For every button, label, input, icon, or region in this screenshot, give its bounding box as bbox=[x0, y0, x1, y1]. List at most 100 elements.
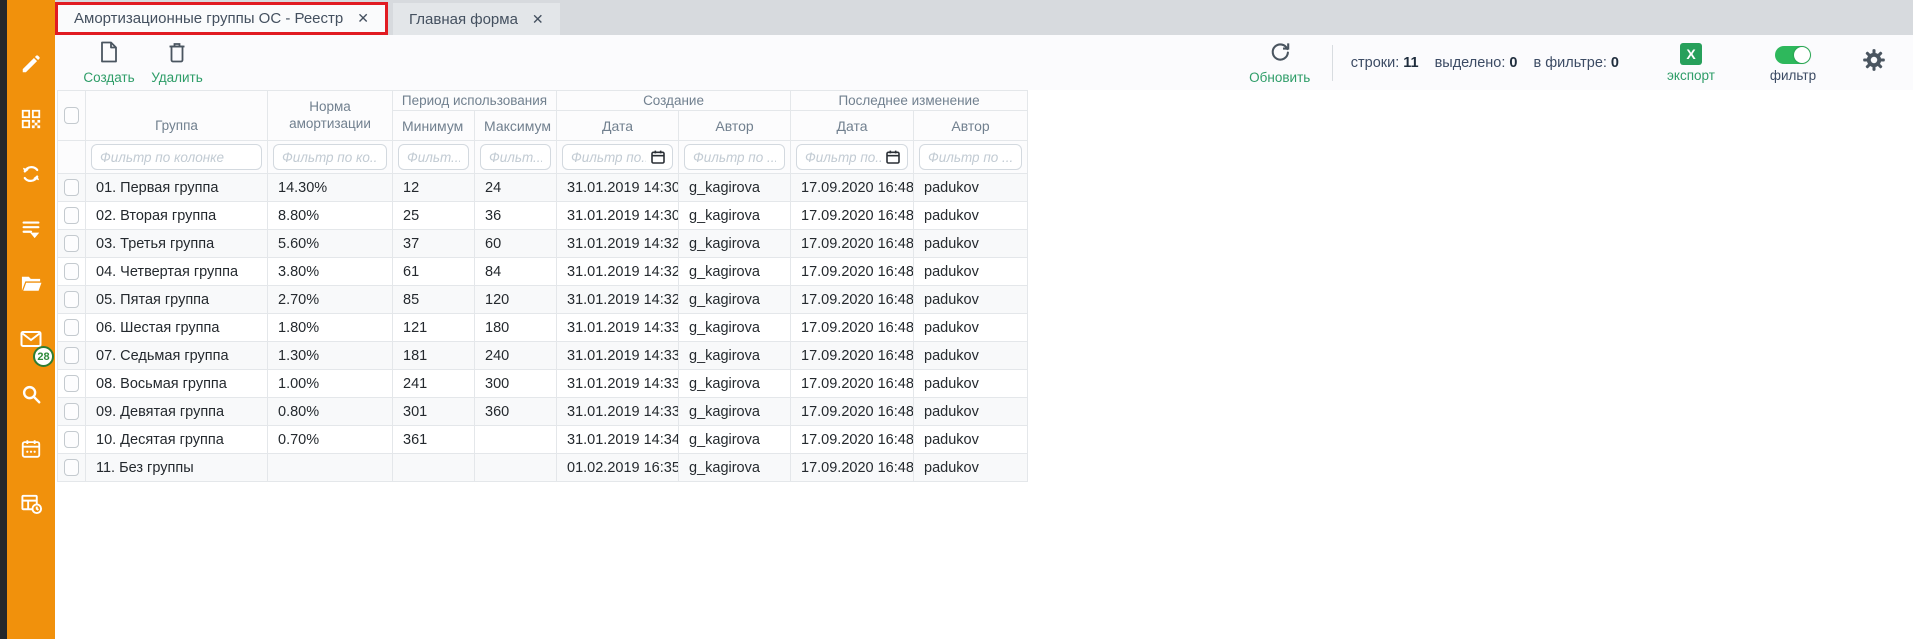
close-icon[interactable]: ✕ bbox=[532, 11, 544, 28]
table-row[interactable]: 10. Десятая группа 0.70% 361 31.01.2019 14:… bbox=[57, 425, 1029, 454]
column-header-maximum[interactable]: Максимум bbox=[474, 110, 557, 141]
table-row[interactable]: 07. Седьмая группа 1.30% 181 240 31.01.2019 … bbox=[57, 341, 1029, 370]
calendar-icon bbox=[20, 438, 42, 460]
sidebar-item-search[interactable] bbox=[7, 366, 55, 421]
table-cell: 17.09.2020 16:48 bbox=[790, 313, 915, 342]
table-row[interactable]: 08. Восьмая группа 1.00% 241 300 31.01.2019 … bbox=[57, 369, 1029, 398]
row-checkbox[interactable] bbox=[64, 235, 79, 252]
table-cell: 181 bbox=[392, 341, 475, 370]
table-cell: g_kagirova bbox=[677, 229, 792, 258]
row-checkbox[interactable] bbox=[64, 263, 79, 280]
table-cell: 01. Первая группа bbox=[85, 173, 268, 202]
table-cell: 17.09.2020 16:48 bbox=[790, 257, 915, 286]
table-cell: 85 bbox=[392, 285, 475, 314]
table-cell: 17.09.2020 16:48 bbox=[790, 453, 915, 482]
table-cell: 02. Вторая группа bbox=[85, 201, 268, 230]
calendar-icon[interactable] bbox=[650, 149, 666, 170]
sidebar-item-feed[interactable] bbox=[7, 201, 55, 256]
column-header-minimum[interactable]: Минимум bbox=[392, 110, 475, 141]
selected-count: выделено: 0 bbox=[1434, 54, 1518, 71]
row-checkbox[interactable] bbox=[64, 403, 79, 420]
table-row[interactable]: 03. Третья группа 5.60% 37 60 31.01.2019 14:… bbox=[57, 229, 1029, 258]
table-row[interactable]: 04. Четвертая группа 3.80% 61 84 31.01.2019 … bbox=[57, 257, 1029, 286]
report-clock-icon bbox=[20, 492, 43, 515]
tab-main-form[interactable]: Главная форма ✕ bbox=[392, 3, 560, 35]
filter-toggle[interactable] bbox=[1775, 46, 1811, 64]
tab-amortization-groups[interactable]: Амортизационные группы ОС - Реестр ✕ bbox=[55, 2, 388, 35]
close-icon[interactable]: ✕ bbox=[357, 10, 369, 27]
table-cell: 360 bbox=[474, 397, 557, 426]
table-cell: g_kagirova bbox=[677, 313, 792, 342]
table-cell: 3.80% bbox=[267, 257, 393, 286]
column-header-rate[interactable]: Норма амортизации bbox=[267, 90, 393, 141]
sidebar-item-mail[interactable]: 28 bbox=[7, 311, 55, 367]
table-cell: padukov bbox=[913, 453, 1029, 482]
table-row[interactable]: 09. Девятая группа 0.80% 301 360 31.01.2019 … bbox=[57, 397, 1029, 426]
table-cell bbox=[474, 453, 557, 482]
sidebar-item-qr[interactable] bbox=[7, 91, 55, 146]
table-cell: 06. Шестая группа bbox=[85, 313, 268, 342]
filter-group-input[interactable] bbox=[91, 144, 262, 170]
select-all-checkbox[interactable] bbox=[64, 107, 79, 124]
row-checkbox[interactable] bbox=[64, 207, 79, 224]
table-cell: 08. Восьмая группа bbox=[85, 369, 268, 398]
export-button[interactable]: X экспорт bbox=[1657, 42, 1725, 83]
sidebar-item-folder[interactable] bbox=[7, 256, 55, 311]
calendar-icon[interactable] bbox=[885, 149, 901, 170]
refresh-button[interactable]: Обновить bbox=[1246, 40, 1314, 85]
column-header-group[interactable]: Группа bbox=[85, 90, 268, 141]
table-cell: 121 bbox=[392, 313, 475, 342]
filter-max-input[interactable] bbox=[480, 144, 551, 170]
table-cell bbox=[267, 453, 393, 482]
table-row[interactable]: 05. Пятая группа 2.70% 85 120 31.01.2019 14:… bbox=[57, 285, 1029, 314]
filter-min-input[interactable] bbox=[398, 144, 469, 170]
table-row[interactable]: 11. Без группы 01.02.2019 16:35 g_kagirova… bbox=[57, 453, 1029, 482]
window-edge-strip bbox=[0, 0, 7, 639]
row-checkbox[interactable] bbox=[64, 375, 79, 392]
row-checkbox[interactable] bbox=[64, 291, 79, 308]
table-cell: padukov bbox=[913, 285, 1029, 314]
row-checkbox[interactable] bbox=[64, 431, 79, 448]
sidebar-item-calendar[interactable] bbox=[7, 421, 55, 476]
column-header-modified-date[interactable]: Дата bbox=[790, 110, 915, 141]
rows-count: строки: 11 bbox=[1350, 54, 1419, 71]
table-cell: padukov bbox=[913, 425, 1029, 454]
table-cell: 1.30% bbox=[267, 341, 393, 370]
create-button[interactable]: Создать bbox=[75, 40, 143, 85]
table-cell: 37 bbox=[392, 229, 475, 258]
table-cell: g_kagirova bbox=[677, 285, 792, 314]
sidebar-item-edit[interactable] bbox=[7, 36, 55, 91]
sidebar-item-sync[interactable] bbox=[7, 146, 55, 201]
table-row[interactable]: 01. Первая группа 14.30% 12 24 31.01.2019 14… bbox=[57, 173, 1029, 202]
column-header-created-author[interactable]: Автор bbox=[677, 110, 792, 141]
sidebar-item-report[interactable] bbox=[7, 476, 55, 531]
registry-table-container: Группа Норма амортизации Период использо… bbox=[57, 90, 1913, 482]
row-checkbox[interactable] bbox=[64, 319, 79, 336]
main-area: Амортизационные группы ОС - Реестр ✕ Гла… bbox=[55, 0, 1913, 639]
table-cell: padukov bbox=[913, 173, 1029, 202]
row-checkbox[interactable] bbox=[64, 347, 79, 364]
mail-badge: 28 bbox=[33, 346, 54, 367]
row-checkbox[interactable] bbox=[64, 459, 79, 476]
table-cell: 36 bbox=[474, 201, 557, 230]
table-stats: строки: 11 выделено: 0 в фильтре: 0 bbox=[1351, 55, 1619, 71]
table-cell bbox=[392, 453, 475, 482]
delete-button[interactable]: Удалить bbox=[143, 40, 211, 85]
row-checkbox[interactable] bbox=[64, 179, 79, 196]
table-cell: 361 bbox=[392, 425, 475, 454]
table-cell: 17.09.2020 16:48 bbox=[790, 369, 915, 398]
filter-rate-input[interactable] bbox=[273, 144, 387, 170]
settings-button[interactable] bbox=[1861, 47, 1887, 78]
table-cell: 17.09.2020 16:48 bbox=[790, 173, 915, 202]
table-cell: 60 bbox=[474, 229, 557, 258]
table-cell: 31.01.2019 14:33 bbox=[556, 369, 679, 398]
table-cell: padukov bbox=[913, 313, 1029, 342]
table-cell: padukov bbox=[913, 229, 1029, 258]
sync-icon bbox=[20, 163, 42, 185]
filter-created-author-input[interactable] bbox=[684, 144, 786, 170]
filter-modified-author-input[interactable] bbox=[919, 144, 1023, 170]
table-row[interactable]: 02. Вторая группа 8.80% 25 36 31.01.2019 14:… bbox=[57, 201, 1029, 230]
column-header-modified-author[interactable]: Автор bbox=[913, 110, 1029, 141]
column-header-created-date[interactable]: Дата bbox=[556, 110, 679, 141]
table-row[interactable]: 06. Шестая группа 1.80% 121 180 31.01.2019 1… bbox=[57, 313, 1029, 342]
